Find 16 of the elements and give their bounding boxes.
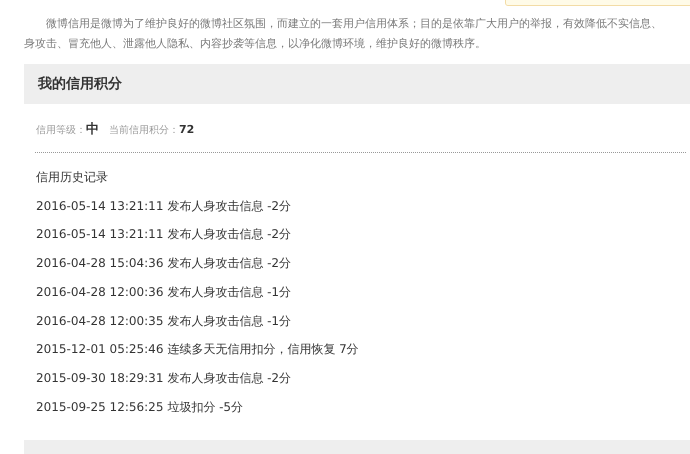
- history-record: 2016-04-28 15:04:36 发布人身攻击信息 -2分: [36, 255, 292, 272]
- history-title: 信用历史记录: [36, 169, 109, 186]
- intro-text: 微博信用是微博为了维护良好的微博社区氛围，而建立的一套用户信用体系；目的是依靠广大用户的举报，有效降低不实信息、: [45, 16, 663, 32]
- history-record: 2015-09-25 12:56:25 垃圾扣分 -5分: [36, 398, 244, 416]
- history-record: 2016-04-28 12:00:35 发布人身攻击信息 -1分: [36, 312, 292, 330]
- history-record: 2016-05-14 13:21:11 发布人身攻击信息 -2分: [36, 198, 292, 215]
- history-record: 2015-12-01 05:25:46 连续多天无信用扣分，信用恢复 7分: [36, 341, 360, 358]
- level-value: 中: [86, 121, 99, 138]
- section-title: 我的信用积分: [38, 75, 122, 93]
- intro-text: 身攻击、冒充他人、泄露他人隐私、内容抄袭等信息，以净化微博环境，维护良好的微博秩序。: [24, 36, 487, 52]
- score-label: 当前信用积分：: [109, 124, 179, 137]
- score-value: 72: [179, 123, 194, 136]
- history-record: 2016-05-14 13:21:11 发布人身攻击信息 -2分: [36, 226, 292, 244]
- history-record: 2016-04-28 12:00:36 发布人身攻击信息 -1分: [36, 284, 292, 301]
- level-label: 信用等级：: [36, 124, 86, 137]
- history-record: 2015-09-30 18:29:31 发布人身攻击信息 -2分: [36, 370, 292, 387]
